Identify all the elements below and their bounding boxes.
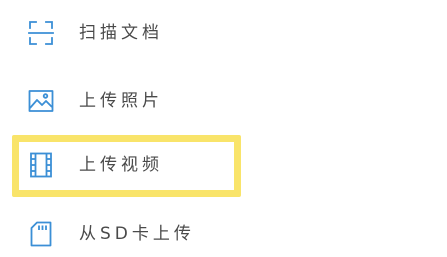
menu-item-upload-video[interactable]: 上传视频 <box>0 135 447 195</box>
menu-item-upload-from-sd[interactable]: 从SD卡上传 <box>0 204 447 257</box>
menu-item-label: 扫描文档 <box>79 23 163 43</box>
menu-item-upload-photo[interactable]: 上传照片 <box>0 71 447 131</box>
menu-item-scan-document[interactable]: 扫描文档 <box>0 3 447 63</box>
menu-item-label: 上传视频 <box>79 155 163 175</box>
menu-item-label: 上传照片 <box>79 91 163 111</box>
video-icon <box>28 152 54 178</box>
menu-item-label: 从SD卡上传 <box>79 224 195 244</box>
sd-card-icon <box>28 221 54 247</box>
upload-menu: 扫描文档 上传照片 上传视频 从SD卡上传 <box>0 0 447 257</box>
scan-icon <box>28 20 54 46</box>
image-icon <box>28 88 54 114</box>
